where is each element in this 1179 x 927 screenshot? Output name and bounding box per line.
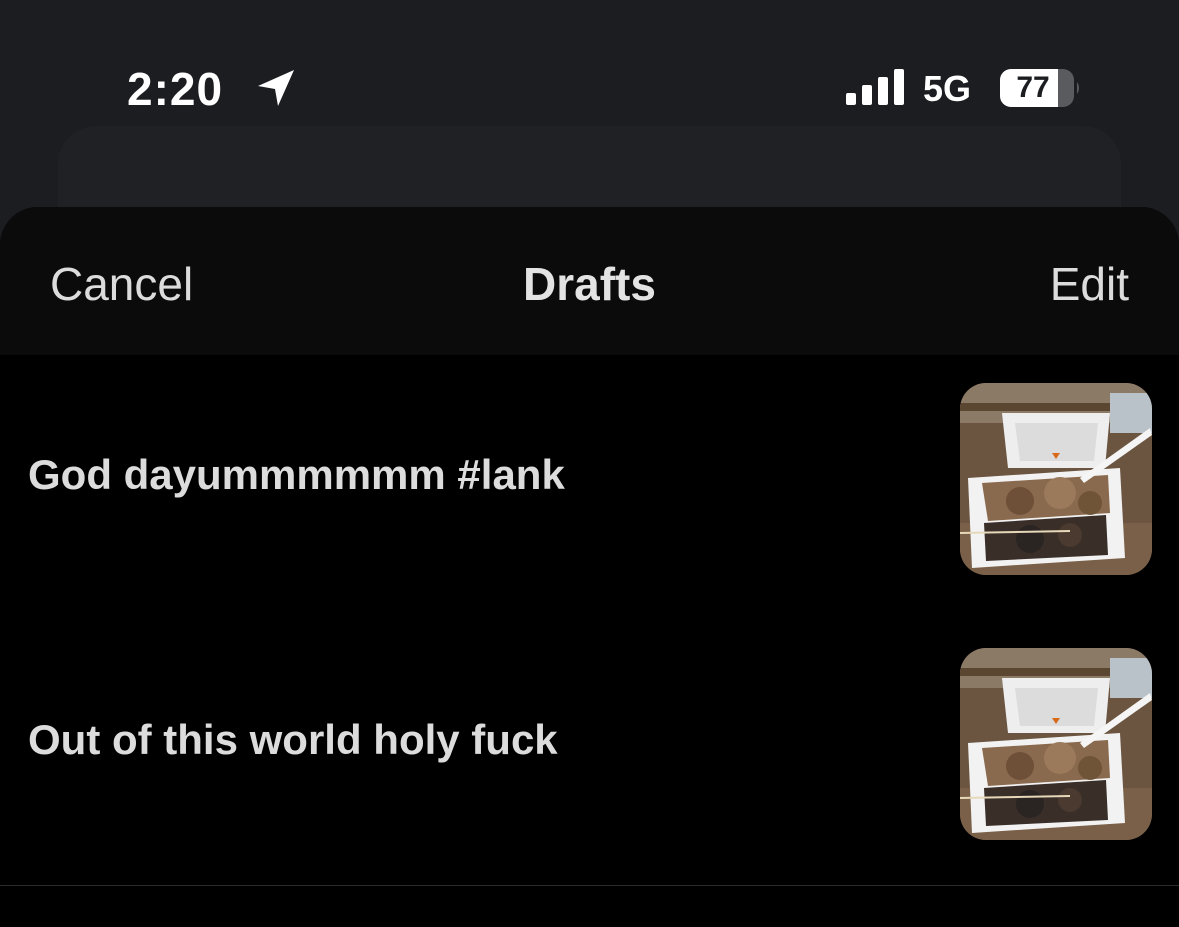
- navigation-bar: Cancel Drafts Edit: [0, 207, 1179, 355]
- edit-button[interactable]: Edit: [1050, 257, 1129, 311]
- location-arrow-icon: [258, 70, 294, 106]
- draft-thumbnail-image: [960, 648, 1152, 840]
- status-time: 2:20: [127, 63, 224, 115]
- draft-thumbnail-image: [960, 383, 1152, 575]
- draft-item[interactable]: Out of this world holy fuck: [0, 620, 1179, 886]
- page-title: Drafts: [523, 258, 656, 310]
- cellular-signal-icon: [846, 69, 904, 105]
- network-type: 5G: [923, 68, 972, 109]
- draft-item[interactable]: God dayummmmmm #lank: [0, 355, 1179, 621]
- draft-text: God dayummmmmm #lank: [28, 451, 565, 498]
- draft-text: Out of this world holy fuck: [28, 716, 558, 763]
- battery-level: 77: [1016, 71, 1050, 104]
- drafts-sheet: Cancel Drafts Edit God dayummmmmm #lank: [0, 207, 1179, 927]
